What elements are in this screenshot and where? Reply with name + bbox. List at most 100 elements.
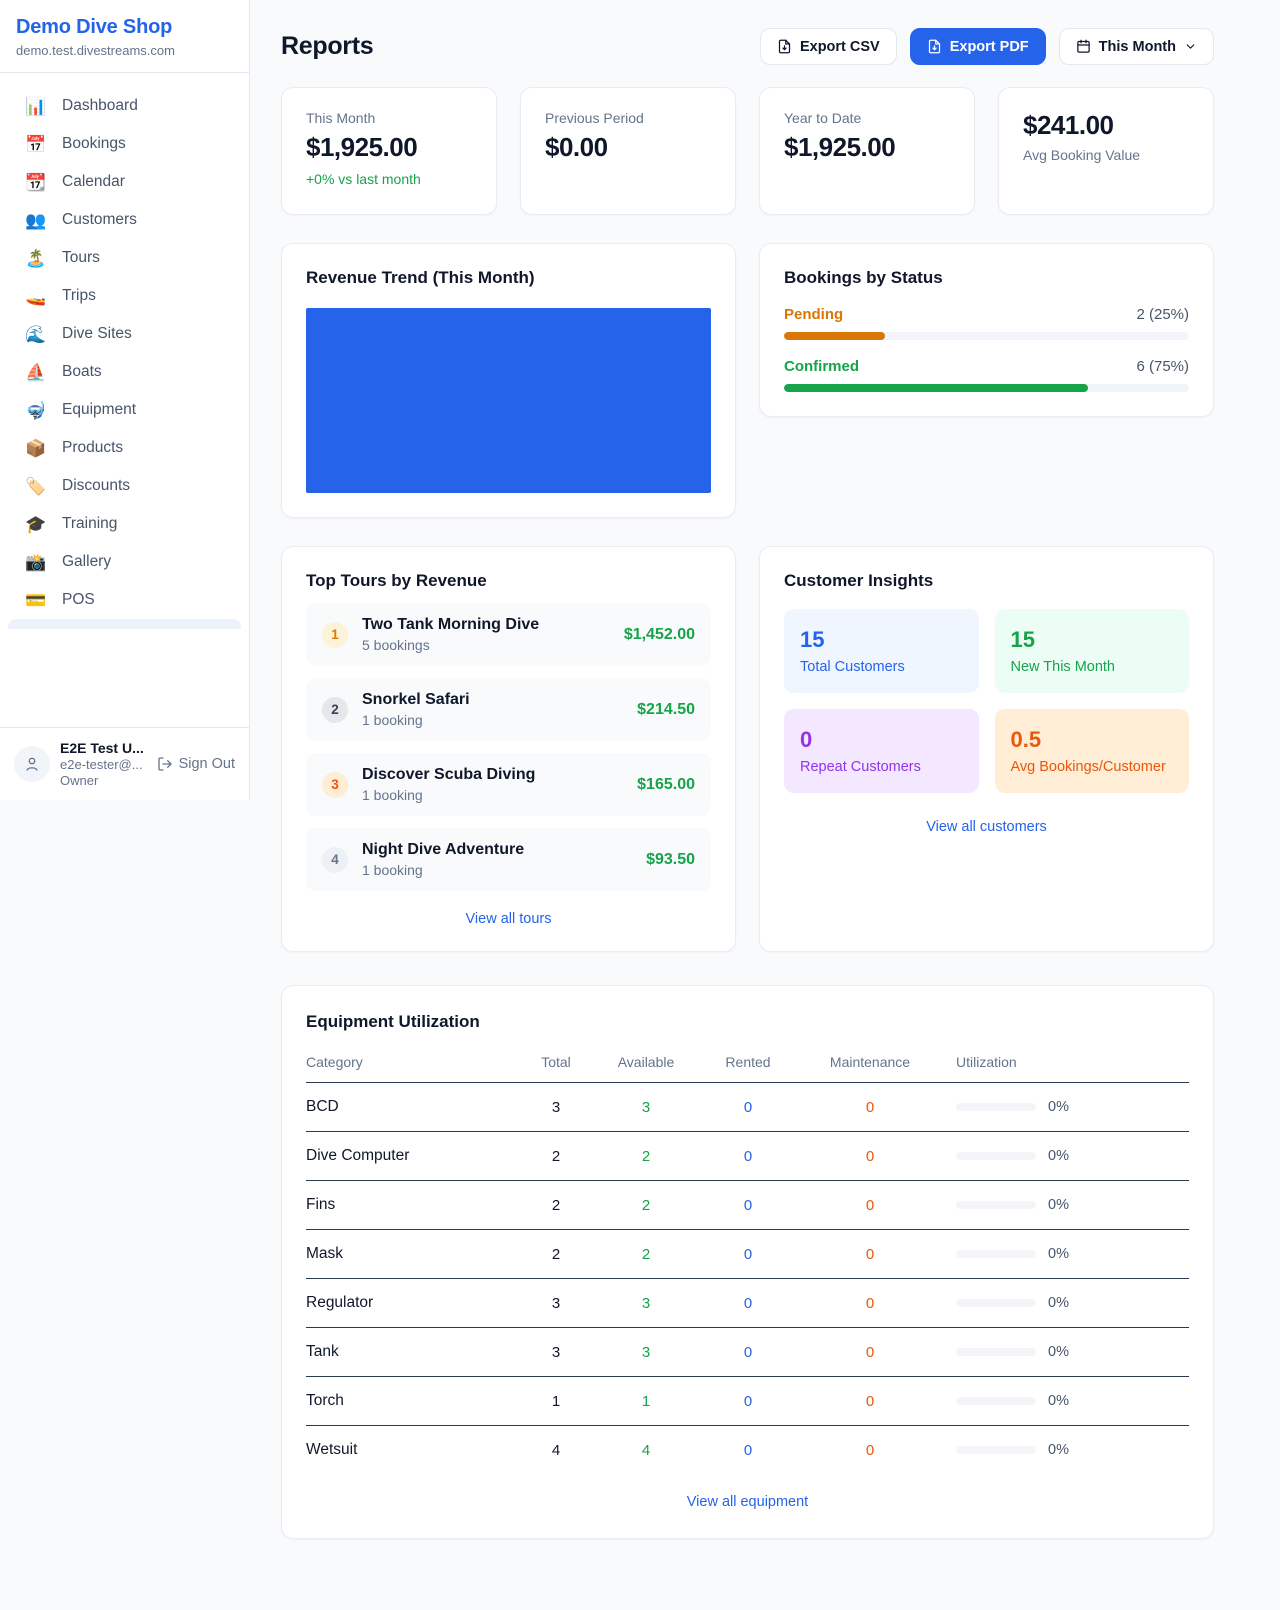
- status-label: Confirmed: [784, 358, 859, 375]
- progress-fill: [784, 332, 885, 340]
- sidebar-item-label: Calendar: [62, 173, 125, 191]
- sidebar-item-pos[interactable]: 💳 POS: [0, 581, 249, 619]
- sidebar-item-products[interactable]: 📦 Products: [0, 429, 249, 467]
- sidebar-item-label: Customers: [62, 211, 137, 229]
- rented-value: 0: [706, 1197, 790, 1214]
- table-row: BCD 3 3 0 0 0%: [306, 1083, 1189, 1132]
- gallery-icon: 📸: [24, 554, 48, 571]
- export-pdf-label: Export PDF: [950, 39, 1029, 55]
- table-row: Tank 3 3 0 0 0%: [306, 1328, 1189, 1377]
- equipment-category: Fins: [306, 1196, 526, 1214]
- table-row: Torch 1 1 0 0 0%: [306, 1377, 1189, 1426]
- sign-out-label: Sign Out: [179, 756, 235, 772]
- rank-badge: 1: [322, 622, 348, 648]
- utilization-percent: 0%: [1048, 1148, 1069, 1164]
- utilization-percent: 0%: [1048, 1099, 1069, 1115]
- column-header: Rented: [706, 1054, 790, 1070]
- table-row: Wetsuit 4 4 0 0 0%: [306, 1426, 1189, 1474]
- total-value: 2: [526, 1148, 586, 1165]
- bookings-by-status-title: Bookings by Status: [784, 268, 1189, 288]
- sidebar-item-trips[interactable]: 🚤 Trips: [0, 277, 249, 315]
- sidebar-item-bookings[interactable]: 📅 Bookings: [0, 125, 249, 163]
- utilization-percent: 0%: [1048, 1393, 1069, 1409]
- utilization-track: [956, 1250, 1036, 1258]
- tour-bookings: 1 booking: [362, 862, 632, 878]
- rented-value: 0: [706, 1442, 790, 1459]
- sidebar-item-calendar[interactable]: 📆 Calendar: [0, 163, 249, 201]
- utilization-cell: 0%: [950, 1344, 1189, 1360]
- tour-row: 3 Discover Scuba Diving 1 booking $165.0…: [306, 753, 711, 816]
- equipment-icon: 🤿: [24, 402, 48, 419]
- available-value: 4: [586, 1442, 706, 1459]
- discounts-icon: 🏷️: [24, 478, 48, 495]
- utilization-cell: 0%: [950, 1148, 1189, 1164]
- customers-icon: 👥: [24, 212, 48, 229]
- user-email: e2e-tester@...: [60, 757, 147, 772]
- tour-row: 4 Night Dive Adventure 1 booking $93.50: [306, 828, 711, 891]
- rented-value: 0: [706, 1393, 790, 1410]
- tile-value: 0.5: [1011, 727, 1174, 753]
- export-pdf-button[interactable]: Export PDF: [910, 28, 1046, 65]
- sidebar-item-label: Dashboard: [62, 97, 138, 115]
- utilization-percent: 0%: [1048, 1344, 1069, 1360]
- sidebar-item-boats[interactable]: ⛵ Boats: [0, 353, 249, 391]
- sidebar-item-customers[interactable]: 👥 Customers: [0, 201, 249, 239]
- period-label: This Month: [1099, 39, 1176, 55]
- utilization-cell: 0%: [950, 1246, 1189, 1262]
- view-all-equipment-link[interactable]: View all equipment: [306, 1494, 1189, 1510]
- sidebar-item-gallery[interactable]: 📸 Gallery: [0, 543, 249, 581]
- bookings-by-status-card: Bookings by Status Pending 2 (25%) Confi…: [759, 243, 1214, 417]
- boats-icon: ⛵: [24, 364, 48, 381]
- tile-value: 0: [800, 727, 963, 753]
- progress-fill: [784, 384, 1088, 392]
- stat-value: $241.00: [1023, 110, 1189, 141]
- status-label: Pending: [784, 306, 843, 323]
- page-header: Reports Export CSV Export PDF This Month: [281, 28, 1214, 65]
- sidebar-item-dive-sites[interactable]: 🌊 Dive Sites: [0, 315, 249, 353]
- tour-amount: $214.50: [637, 701, 695, 719]
- file-download-icon: [927, 39, 942, 54]
- sign-out-button[interactable]: Sign Out: [157, 756, 235, 772]
- sidebar-item-dashboard[interactable]: 📊 Dashboard: [0, 87, 249, 125]
- charts-row: Revenue Trend (This Month) Bookings by S…: [281, 243, 1214, 518]
- sidebar-item-training[interactable]: 🎓 Training: [0, 505, 249, 543]
- sidebar-item-equipment[interactable]: 🤿 Equipment: [0, 391, 249, 429]
- period-dropdown[interactable]: This Month: [1059, 28, 1214, 65]
- stat-delta: +0% vs last month: [306, 171, 472, 187]
- stats-grid: This Month $1,925.00 +0% vs last month P…: [281, 87, 1214, 215]
- view-all-customers-link[interactable]: View all customers: [784, 819, 1189, 835]
- rented-value: 0: [706, 1246, 790, 1263]
- stat-value: $1,925.00: [306, 132, 472, 163]
- top-tours-card: Top Tours by Revenue 1 Two Tank Morning …: [281, 546, 736, 952]
- export-csv-label: Export CSV: [800, 39, 880, 55]
- utilization-track: [956, 1299, 1036, 1307]
- progress-track: [784, 384, 1189, 392]
- available-value: 2: [586, 1197, 706, 1214]
- sidebar-item-tours[interactable]: 🏝️ Tours: [0, 239, 249, 277]
- view-all-tours-link[interactable]: View all tours: [306, 911, 711, 927]
- main-content: Reports Export CSV Export PDF This Month: [250, 0, 1280, 1579]
- available-value: 1: [586, 1393, 706, 1410]
- insights-grid: 15 Total Customers 15 New This Month 0 R…: [784, 609, 1189, 793]
- utilization-cell: 0%: [950, 1197, 1189, 1213]
- available-value: 3: [586, 1295, 706, 1312]
- tour-bookings: 1 booking: [362, 787, 623, 803]
- rank-badge: 3: [322, 772, 348, 798]
- sidebar-item-discounts[interactable]: 🏷️ Discounts: [0, 467, 249, 505]
- export-csv-button[interactable]: Export CSV: [760, 28, 897, 65]
- brand-name: Demo Dive Shop: [16, 16, 233, 39]
- tour-name: Snorkel Safari: [362, 691, 623, 709]
- equipment-table: Category Total Available Rented Maintena…: [306, 1054, 1189, 1474]
- sidebar-active-item-partial[interactable]: [8, 619, 241, 629]
- sidebar-nav: 📊 Dashboard 📅 Bookings 📆 Calendar 👥 Cust…: [0, 73, 249, 727]
- header-actions: Export CSV Export PDF This Month: [760, 28, 1214, 65]
- tour-name: Two Tank Morning Dive: [362, 616, 610, 634]
- tour-bookings: 5 bookings: [362, 637, 610, 653]
- tile-value: 15: [800, 627, 963, 653]
- column-header: Maintenance: [790, 1054, 950, 1070]
- total-value: 3: [526, 1099, 586, 1116]
- user-role: Owner: [60, 773, 147, 788]
- utilization-track: [956, 1103, 1036, 1111]
- tour-bookings: 1 booking: [362, 712, 623, 728]
- utilization-track: [956, 1201, 1036, 1209]
